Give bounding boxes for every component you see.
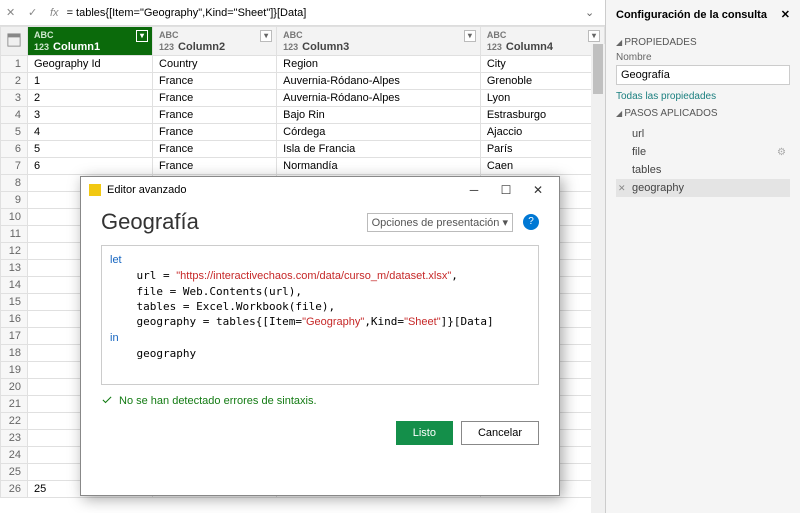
table-row[interactable]: 76FranceNormandíaCaen <box>1 158 605 175</box>
column-header[interactable]: ABC123Column4▾ <box>480 27 604 56</box>
dialog-title: Editor avanzado <box>107 184 455 196</box>
table-row[interactable]: 32FranceAuvernia-Ródano-AlpesLyon <box>1 90 605 107</box>
applied-step[interactable]: file⚙ <box>616 143 790 161</box>
vertical-scrollbar[interactable] <box>591 44 605 513</box>
column-filter-icon[interactable]: ▾ <box>464 30 476 42</box>
formula-bar: ✕ ✓ fx ⌄ <box>0 0 605 26</box>
step-settings-icon[interactable]: ⚙ <box>777 147 786 158</box>
cancel-icon[interactable]: ✕ <box>6 6 20 20</box>
close-button[interactable]: ✕ <box>525 183 551 197</box>
close-panel-icon[interactable]: ✕ <box>781 8 790 21</box>
code-editor[interactable]: let url = "https://interactivechaos.com/… <box>101 245 539 385</box>
syntax-status: No se han detectado errores de sintaxis. <box>101 395 539 407</box>
accept-icon[interactable]: ✓ <box>28 6 42 20</box>
table-row[interactable]: 65FranceIsla de FranciaParís <box>1 141 605 158</box>
applied-step[interactable]: url <box>616 125 790 143</box>
cancel-button[interactable]: Cancelar <box>461 421 539 445</box>
display-options-dropdown[interactable]: Opciones de presentación ▾ <box>367 213 513 232</box>
done-button[interactable]: Listo <box>396 421 453 445</box>
table-row[interactable]: 43FranceBajo RinEstrasburgo <box>1 107 605 124</box>
column-header[interactable]: ABC123Column3▾ <box>277 27 481 56</box>
column-header[interactable]: ABC123Column1▾ <box>28 27 153 56</box>
table-corner[interactable] <box>1 27 28 56</box>
applied-step[interactable]: ✕geography <box>616 179 790 197</box>
applied-steps-section: PASOS APLICADOS <box>616 108 790 119</box>
column-filter-icon[interactable]: ▾ <box>588 30 600 42</box>
dialog-heading: Geografía <box>101 209 199 235</box>
minimize-button[interactable]: ─ <box>461 183 487 197</box>
properties-section: PROPIEDADES <box>616 37 790 48</box>
column-header[interactable]: ABC123Column2▾ <box>153 27 277 56</box>
delete-step-icon[interactable]: ✕ <box>618 183 626 194</box>
panel-title: Configuración de la consulta <box>616 9 767 21</box>
column-filter-icon[interactable]: ▾ <box>260 30 272 42</box>
table-row[interactable]: 1Geography IdCountryRegionCity <box>1 56 605 73</box>
column-filter-icon[interactable]: ▾ <box>136 30 148 42</box>
query-name-input[interactable] <box>616 65 790 85</box>
help-icon[interactable]: ? <box>523 214 539 230</box>
maximize-button[interactable]: ☐ <box>493 183 519 197</box>
formula-input[interactable] <box>67 7 577 19</box>
name-label: Nombre <box>616 52 790 63</box>
applied-step[interactable]: tables <box>616 161 790 179</box>
query-settings-panel: Configuración de la consulta ✕ PROPIEDADE… <box>606 0 800 513</box>
formula-dropdown-icon[interactable]: ⌄ <box>585 6 599 19</box>
app-logo-icon <box>89 184 101 196</box>
table-row[interactable]: 54FranceCórdegaAjaccio <box>1 124 605 141</box>
fx-icon[interactable]: fx <box>50 7 59 19</box>
table-row[interactable]: 21FranceAuvernia-Ródano-AlpesGrenoble <box>1 73 605 90</box>
advanced-editor-dialog: Editor avanzado ─ ☐ ✕ Geografía Opciones… <box>80 176 560 496</box>
all-properties-link[interactable]: Todas las propiedades <box>616 91 790 102</box>
